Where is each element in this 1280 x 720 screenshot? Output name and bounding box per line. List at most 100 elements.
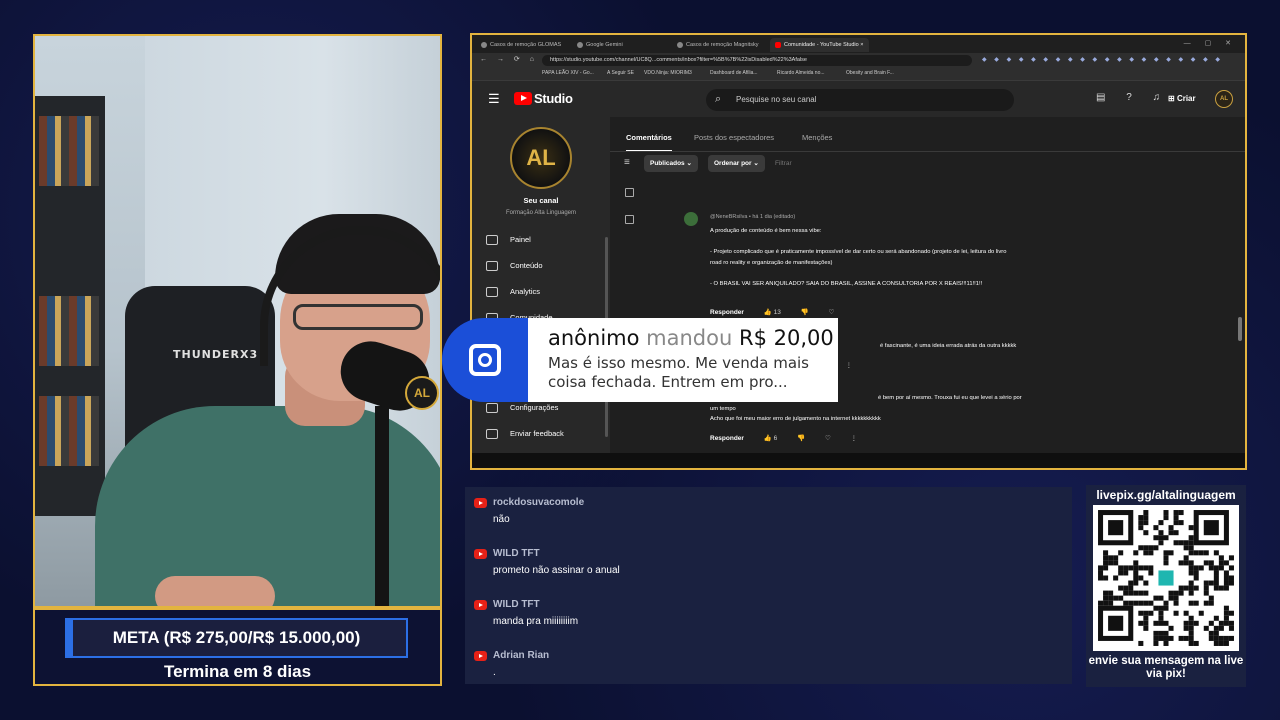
goal-label: META (R$ 275,00/R$ 15.000,00) (112, 628, 361, 647)
chat-text: não (493, 514, 510, 525)
browser-tab[interactable]: Casos de remoção GLOMAS (476, 38, 567, 52)
sidebar-item-painel[interactable]: Painel (486, 235, 531, 251)
search-icon: ⌕ (715, 93, 722, 105)
bookmark-item[interactable]: Obesity and Brain F... (846, 70, 894, 76)
qr-code-graphic (1098, 510, 1234, 646)
select-all-checkbox[interactable] (625, 188, 634, 197)
account-avatar[interactable]: AL (1215, 90, 1233, 108)
dashboard-icon (486, 235, 498, 246)
live-chat-panel: rockdosuvacomole não WILD TFT prometo nã… (465, 487, 1072, 684)
tab-posts-espectadores[interactable]: Posts dos espectadores (694, 133, 774, 142)
donation-verb: mandou (646, 326, 733, 350)
tab-mencoes[interactable]: Menções (802, 133, 832, 142)
comment-actions: Responder 👍 6 👎 ♡ ⋮ (710, 434, 875, 442)
dislike-button[interactable]: 👎 (801, 309, 809, 316)
bookmarks-bar: PAPA LEÃO XIV - Go... A Seguir SE VDO.Ni… (472, 68, 1245, 81)
chat-username: rockdosuvacomole (493, 497, 585, 508)
more-options-icon[interactable]: ⋮ (851, 435, 858, 442)
browser-tab[interactable]: Casos de remoção Magnitsky (672, 38, 764, 52)
youtube-icon (474, 549, 487, 559)
qr-code (1093, 505, 1239, 651)
youtube-logo-icon[interactable] (514, 92, 532, 105)
donation-message: Mas é isso mesmo. Me venda mais coisa fe… (548, 354, 809, 391)
search-placeholder: Pesquise no seu canal (736, 95, 817, 104)
studio-header: ☰ Studio ⌕ Pesquise no seu canal ▤ ? ♫ ⊞… (472, 81, 1245, 117)
channel-name: Formação Alta Linguagem (505, 210, 577, 216)
chat-text: . (493, 667, 496, 678)
chat-username: WILD TFT (493, 548, 540, 559)
books (39, 116, 99, 186)
content-icon (486, 261, 498, 272)
filter-icon[interactable]: ≡ (624, 157, 630, 168)
bookmark-item[interactable]: VDO.Ninja: MIORIM3 (644, 70, 692, 76)
goal-ends-text: Termina em 8 dias (163, 662, 312, 681)
comments-scrollbar[interactable] (1238, 317, 1242, 341)
chat-username: WILD TFT (493, 599, 540, 610)
youtube-icon (474, 600, 487, 610)
hamburger-menu-icon[interactable]: ☰ (488, 91, 500, 107)
bookmark-item[interactable]: A Seguir SE (607, 70, 634, 76)
livepix-panel: livepix.gg/altalinguagem envie sua mensa… (1086, 485, 1246, 687)
dislike-button[interactable]: 👎 (797, 435, 805, 442)
tab-comentarios[interactable]: Comentários (626, 133, 672, 152)
sidebar-item-analytics[interactable]: Analytics (486, 287, 540, 303)
create-button[interactable]: ⊞ Criar (1162, 90, 1202, 108)
bookmark-item[interactable]: Dashboard de Afilia... (710, 70, 758, 76)
comment-checkbox[interactable] (625, 215, 634, 224)
sidebar-item-feedback[interactable]: Enviar feedback (486, 429, 564, 445)
published-filter-chip[interactable]: Publicados ⌄ (644, 155, 698, 172)
livepix-url: livepix.gg/altalinguagem (1096, 488, 1236, 502)
donation-alert-box: anônimo mandou R$ 20,00 Mas é isso mesmo… (528, 318, 838, 402)
browser-tab[interactable]: Google Gemini (572, 38, 629, 52)
mic-logo: AL (405, 376, 439, 410)
sidebar-item-configuracoes[interactable]: Configurações (486, 403, 558, 419)
channel-avatar[interactable]: AL (510, 127, 572, 189)
analytics-icon (486, 287, 498, 298)
goal-progress-bar: META (R$ 275,00/R$ 15.000,00) (65, 618, 408, 658)
like-button[interactable]: 👍 6 (764, 435, 778, 442)
studio-wordmark[interactable]: Studio (534, 91, 573, 106)
tab-favicon-icon (577, 42, 583, 48)
youtube-favicon-icon (775, 42, 781, 48)
settings-icon (486, 403, 498, 414)
screen-capture: Casos de remoção GLOMAS Google Gemini Ca… (470, 33, 1247, 470)
studio-search-input[interactable]: ⌕ Pesquise no seu canal (706, 89, 1014, 111)
more-options-icon[interactable]: ⋮ (846, 362, 853, 369)
channel-title: Seu canal (523, 196, 559, 205)
comment-author-line: @NeneBRsilva • há 1 dia (editado) (710, 214, 796, 220)
reply-button[interactable]: Responder (710, 309, 744, 316)
heart-button[interactable]: ♡ (829, 309, 835, 316)
livepix-cta: envie sua mensagem na live via pix! (1088, 655, 1244, 680)
url-field[interactable]: https://studio.youtube.com/channel/UC8Q.… (542, 55, 972, 66)
youtube-icon (474, 498, 487, 508)
filter-input[interactable]: Filtrar (775, 160, 792, 167)
commenter-avatar[interactable] (684, 212, 698, 226)
youtube-icon (474, 651, 487, 661)
chair-brand-label: THUNDERX3 (173, 348, 259, 361)
heart-button[interactable]: ♡ (825, 435, 831, 442)
donation-goal-panel: META (R$ 275,00/R$ 15.000,00) Termina em… (33, 608, 442, 686)
chat-text: manda pra miiiiiiiim (493, 616, 579, 627)
bookmark-item[interactable]: PAPA LEÃO XIV - Go... (542, 70, 594, 76)
nav-buttons[interactable]: ← → ⟳ ⌂ (480, 55, 538, 63)
window-controls[interactable]: — ▢ ✕ (1184, 39, 1237, 47)
sort-dropdown[interactable]: Ordenar por ⌄ (708, 155, 765, 172)
feedback-icon (486, 429, 498, 440)
browser-tab-active[interactable]: Comunidade - YouTube Studio × (770, 38, 870, 52)
address-bar-row: ← → ⟳ ⌂ https://studio.youtube.com/chann… (472, 53, 1245, 68)
comment-text: A produção de conteúdo é bem nessa vibe:… (710, 228, 1007, 287)
browser-tab-strip: Casos de remoção GLOMAS Google Gemini Ca… (472, 35, 1245, 53)
comments-panel: Comentários Posts dos espectadores Mençõ… (610, 117, 1245, 453)
donation-alert: anônimo mandou R$ 20,00 Mas é isso mesmo… (442, 318, 838, 402)
like-button[interactable]: 👍 13 (764, 309, 781, 316)
goal-progress-fill (67, 620, 74, 656)
bookmark-item[interactable]: Ricardo Almeida no... (777, 70, 825, 76)
reply-button[interactable]: Responder (710, 435, 744, 442)
books (39, 396, 99, 466)
sidebar-item-conteudo[interactable]: Conteúdo (486, 261, 543, 277)
header-action-icons[interactable]: ▤ ? ♫ (1096, 92, 1169, 103)
extension-icons[interactable]: ◆ ◆ ◆ ◆ ◆ ◆ ◆ ◆ ◆ ◆ ◆ ◆ ◆ ◆ ◆ ◆ ◆ ◆ ◆ ◆ (982, 56, 1223, 63)
bookshelf (35, 96, 105, 516)
comment-actions: Responder 👍 13 👎 ♡ (710, 308, 852, 316)
streamer-body (95, 406, 440, 606)
